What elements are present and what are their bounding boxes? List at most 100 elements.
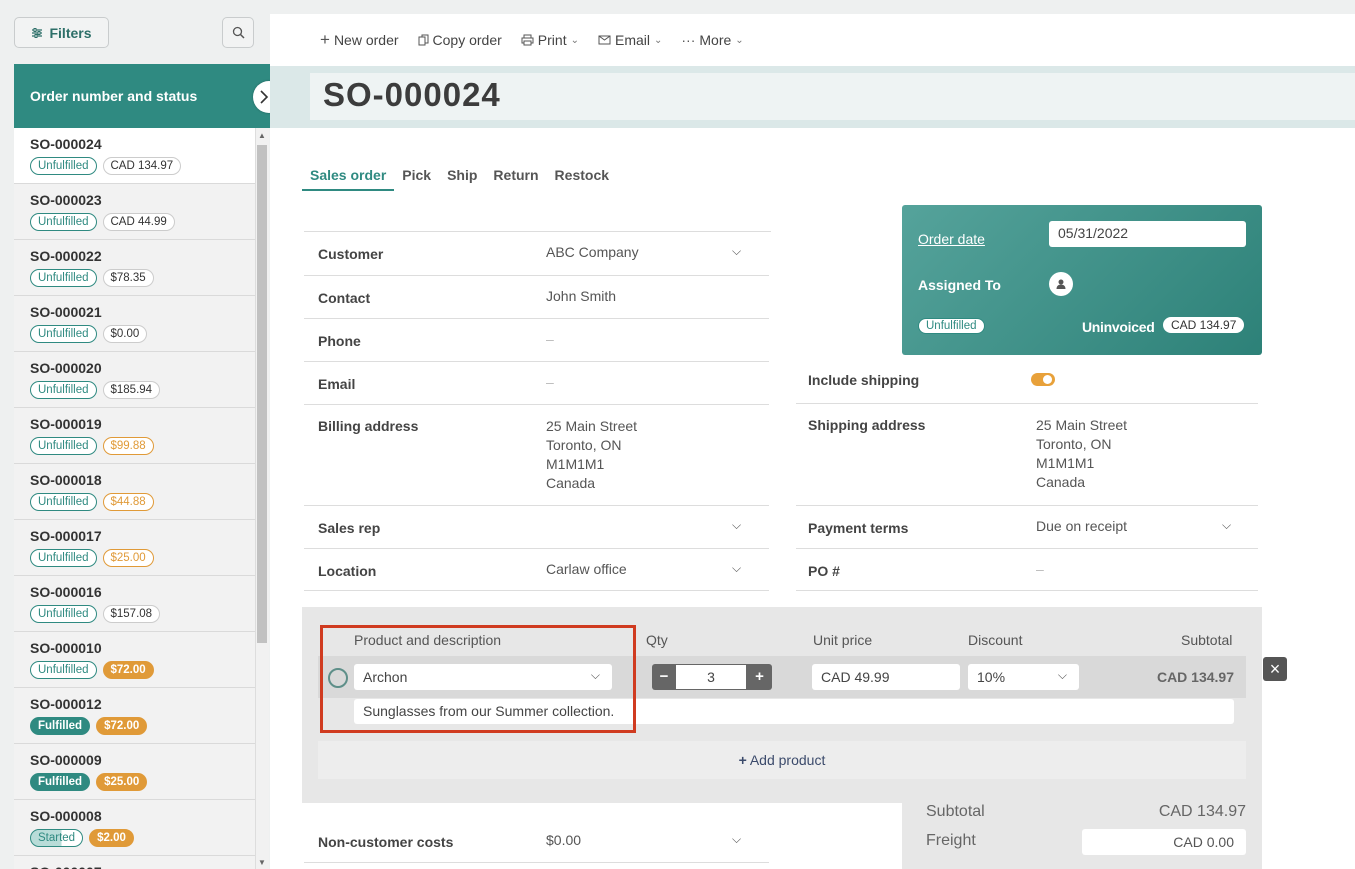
amount-badge: $25.00 bbox=[96, 773, 148, 791]
chevron-down-icon[interactable]: ⌵ bbox=[732, 518, 741, 533]
decrease-qty-button[interactable]: − bbox=[652, 664, 676, 690]
order-badges: Fulfilled $72.00 bbox=[30, 717, 239, 735]
order-list-item[interactable]: SO-000020 Unfulfilled $185.94 bbox=[14, 352, 255, 408]
order-list-item[interactable]: SO-000012 Fulfilled $72.00 bbox=[14, 688, 255, 744]
chevron-down-icon[interactable]: ⌵ bbox=[732, 832, 741, 847]
order-number: SO-000008 bbox=[30, 808, 102, 824]
include-shipping-field: Include shipping bbox=[796, 361, 1258, 404]
scroll-up-arrow-icon[interactable]: ▲ bbox=[258, 131, 266, 140]
non-customer-costs-field[interactable]: Non-customer costs $0.00 ⌵ bbox=[304, 820, 769, 863]
chevron-down-icon: ⌵ bbox=[1057, 668, 1067, 682]
chevron-down-icon[interactable]: ⌵ bbox=[732, 561, 741, 576]
order-list-item[interactable]: SO-000017 Unfulfilled $25.00 bbox=[14, 520, 255, 576]
status-badge: Unfulfilled bbox=[30, 213, 97, 231]
quantity-input[interactable]: 3 bbox=[676, 665, 746, 689]
order-number: SO-000023 bbox=[30, 192, 102, 208]
billing-line: Canada bbox=[546, 475, 596, 491]
status-badge: Unfulfilled bbox=[30, 157, 97, 175]
email-button[interactable]: Email ⌄ bbox=[598, 32, 662, 48]
more-button[interactable]: ··· More ⌄ bbox=[681, 32, 743, 48]
close-icon: × bbox=[1269, 658, 1281, 679]
freight-input[interactable]: CAD 0.00 bbox=[1082, 829, 1246, 855]
order-number: SO-000007 bbox=[30, 864, 239, 869]
tab-sales-order[interactable]: Sales order bbox=[302, 165, 395, 191]
freight-label: Freight bbox=[926, 832, 976, 849]
contact-field[interactable]: Contact John Smith bbox=[304, 275, 769, 318]
chevron-down-icon[interactable]: ⌵ bbox=[1222, 518, 1231, 533]
remove-line-button[interactable]: × bbox=[1263, 657, 1287, 681]
amount-badge: $2.00 bbox=[89, 829, 134, 847]
order-number: SO-000017 bbox=[30, 528, 102, 544]
order-badges: Fulfilled $25.00 bbox=[30, 773, 239, 791]
order-list-item[interactable]: SO-000023 Unfulfilled CAD 44.99 bbox=[14, 184, 255, 240]
billing-address-value: 25 Main Street Toronto, ON M1M1M1 Canada bbox=[546, 417, 637, 493]
order-number: SO-000012 bbox=[30, 696, 102, 712]
new-order-label: New order bbox=[333, 32, 399, 48]
shipping-address-value: 25 Main Street Toronto, ON M1M1M1 Canada bbox=[1036, 416, 1127, 492]
status-badge: Unfulfilled bbox=[30, 269, 97, 287]
order-badges: Unfulfilled $44.88 bbox=[30, 493, 239, 511]
order-date-label[interactable]: Order date bbox=[918, 231, 985, 247]
amount-badge: $72.00 bbox=[96, 717, 148, 735]
assign-user-button[interactable] bbox=[1049, 272, 1073, 296]
scroll-down-arrow-icon[interactable]: ▼ bbox=[258, 858, 266, 867]
order-badges: Unfulfilled $72.00 bbox=[30, 661, 239, 679]
order-list-item[interactable]: SO-000009 Fulfilled $25.00 bbox=[14, 744, 255, 800]
customer-field[interactable]: Customer ABC Company ⌵ bbox=[304, 232, 769, 275]
order-list-item[interactable]: SO-000022 Unfulfilled $78.35 bbox=[14, 240, 255, 296]
customer-label: Customer bbox=[318, 246, 384, 262]
amount-badge: $72.00 bbox=[102, 661, 154, 679]
order-list-item[interactable]: SO-000010 Unfulfilled $72.00 bbox=[14, 632, 255, 688]
tab-ship[interactable]: Ship bbox=[439, 165, 485, 191]
order-list-item[interactable]: SO-000021 Unfulfilled $0.00 bbox=[14, 296, 255, 352]
order-number-title[interactable]: SO-000024 bbox=[310, 73, 1355, 120]
include-shipping-label: Include shipping bbox=[808, 372, 920, 388]
email-field[interactable]: Email – bbox=[304, 361, 769, 404]
chevron-down-icon[interactable]: ⌵ bbox=[732, 244, 741, 259]
amount-badge: CAD 134.97 bbox=[102, 157, 182, 175]
location-field[interactable]: Location Carlaw office ⌵ bbox=[304, 548, 769, 591]
order-list-item[interactable]: SO-000016 Unfulfilled $157.08 bbox=[14, 576, 255, 632]
status-badge: Fulfilled bbox=[30, 773, 91, 791]
toolbar: + New order Copy order Print ⌄ Email ⌄ ··· M… bbox=[270, 14, 1355, 66]
new-order-button[interactable]: + New order bbox=[320, 30, 399, 50]
order-list-item[interactable]: SO-000007 bbox=[14, 856, 255, 869]
add-product-button[interactable]: + Add product bbox=[318, 741, 1246, 779]
copy-order-button[interactable]: Copy order bbox=[418, 32, 502, 48]
order-list-item[interactable]: SO-000008 Started $2.00 bbox=[14, 800, 255, 856]
plus-icon: + bbox=[738, 752, 747, 768]
billing-address-field[interactable]: Billing address 25 Main Street Toronto, … bbox=[304, 404, 769, 505]
unit-price-input[interactable]: CAD 49.99 bbox=[812, 664, 960, 690]
scrollbar-thumb[interactable] bbox=[257, 145, 267, 643]
payment-terms-field[interactable]: Payment terms Due on receipt ⌵ bbox=[796, 505, 1258, 548]
po-number-field[interactable]: PO # – bbox=[796, 548, 1258, 591]
phone-field[interactable]: Phone – bbox=[304, 318, 769, 361]
fulfillment-status-badge: Unfulfilled bbox=[918, 318, 985, 334]
search-button[interactable] bbox=[222, 17, 254, 48]
chevron-down-icon: ⌄ bbox=[654, 34, 663, 46]
discount-select[interactable]: 10% ⌵ bbox=[968, 664, 1079, 690]
tab-return[interactable]: Return bbox=[485, 165, 546, 191]
order-list-item[interactable]: SO-000018 Unfulfilled $44.88 bbox=[14, 464, 255, 520]
add-product-label: Add product bbox=[749, 752, 826, 768]
tab-restock[interactable]: Restock bbox=[547, 165, 617, 191]
tab-pick[interactable]: Pick bbox=[394, 165, 439, 191]
location-label: Location bbox=[318, 563, 377, 579]
order-list-item[interactable]: SO-000024 Unfulfilled CAD 134.97 bbox=[14, 128, 255, 184]
print-button[interactable]: Print ⌄ bbox=[521, 32, 579, 48]
filters-button[interactable]: Filters bbox=[14, 17, 109, 48]
unit-price-column-header: Unit price bbox=[813, 632, 873, 648]
order-tabs: Sales order Pick Ship Return Restock bbox=[302, 165, 617, 191]
payment-terms-label: Payment terms bbox=[808, 520, 909, 536]
order-number: SO-000009 bbox=[30, 752, 102, 768]
order-list-item[interactable]: SO-000019 Unfulfilled $99.88 bbox=[14, 408, 255, 464]
increase-qty-button[interactable]: + bbox=[747, 664, 772, 690]
contact-value: John Smith bbox=[546, 288, 617, 304]
order-date-input[interactable]: 05/31/2022 bbox=[1049, 221, 1246, 247]
sales-rep-field[interactable]: Sales rep ⌵ bbox=[304, 505, 769, 548]
amount-badge: CAD 44.99 bbox=[102, 213, 175, 231]
location-value: Carlaw office bbox=[546, 561, 627, 577]
amount-badge: $0.00 bbox=[102, 325, 148, 343]
po-number-label: PO # bbox=[808, 563, 840, 579]
shipping-address-field[interactable]: Shipping address 25 Main Street Toronto,… bbox=[796, 404, 1258, 505]
